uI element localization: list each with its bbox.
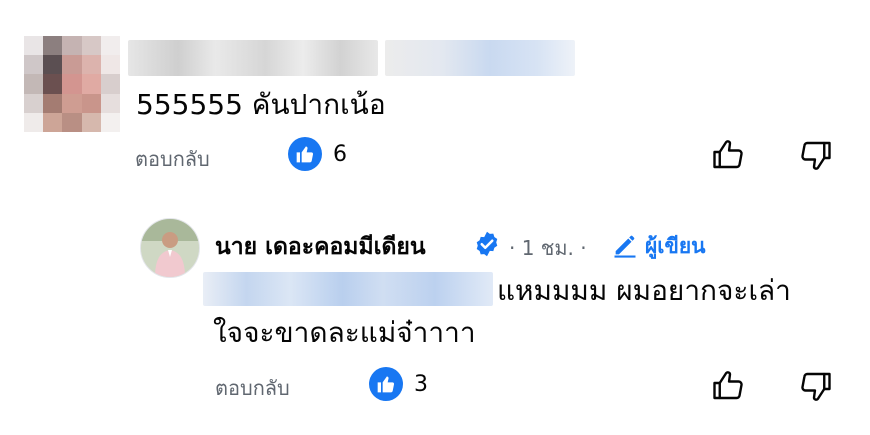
reply-text-line-1: แหมมมม ผมอยากจะเล่า: [497, 274, 791, 307]
like-badge-icon: [369, 367, 403, 401]
like-count: 6: [333, 142, 347, 167]
mentioned-name-blurred[interactable]: [203, 272, 493, 306]
author-badge: ผู้เขียน: [645, 234, 706, 258]
comment-text: 555555 คันปากเน้อ: [136, 88, 386, 121]
thumbs-down-icon[interactable]: [796, 366, 836, 406]
reply-button[interactable]: ตอบกลับ: [135, 143, 210, 175]
commenter-avatar[interactable]: [24, 36, 120, 132]
reply-text-line-2: ใจจะขาดละแม่จ๋าาาา: [213, 316, 476, 349]
like-count: 3: [414, 372, 428, 397]
like-badge-icon: [288, 137, 322, 171]
verified-badge-icon: [473, 230, 501, 258]
reply-author-name[interactable]: นาย เดอะคอมมีเดียน: [215, 229, 426, 265]
reply-button[interactable]: ตอบกลับ: [215, 372, 290, 404]
reply-author-avatar[interactable]: [140, 218, 200, 278]
thumbs-up-icon[interactable]: [708, 366, 748, 406]
reply-timestamp: · 1 ชม. ·: [509, 236, 587, 260]
pencil-icon: [611, 231, 639, 259]
thumbs-down-icon[interactable]: [796, 135, 836, 175]
thumbs-up-icon[interactable]: [708, 135, 748, 175]
